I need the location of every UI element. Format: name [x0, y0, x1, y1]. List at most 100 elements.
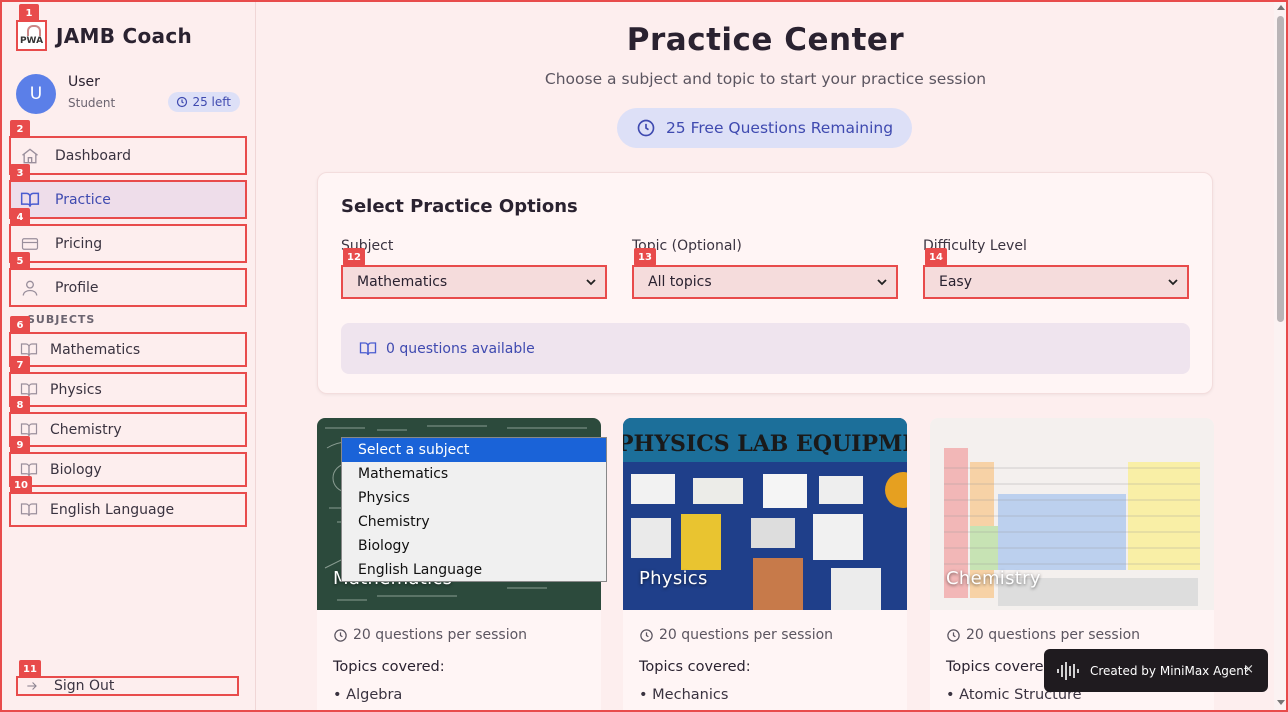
dropdown-option[interactable]: Select a subject: [342, 438, 606, 462]
brand[interactable]: PWA JAMB Coach: [16, 20, 192, 51]
dropdown-option[interactable]: Chemistry: [342, 510, 606, 534]
book-open-icon: [18, 499, 40, 521]
annotation-tag: 7: [10, 356, 30, 374]
sidebar-item-english-language[interactable]: English Language: [9, 492, 247, 527]
page-subtitle: Choose a subject and topic to start your…: [544, 70, 987, 88]
annotation-tag: 3: [10, 164, 30, 182]
difficulty-select[interactable]: Easy: [923, 265, 1189, 299]
annotation-tag: 14: [925, 248, 947, 266]
topic-select-value: All topics: [648, 274, 712, 290]
sidebar-item-label: Mathematics: [50, 341, 141, 358]
card-meta-text: 20 questions per session: [966, 627, 1141, 643]
page-scrollbar[interactable]: [1274, 0, 1288, 712]
card-title: Chemistry: [946, 568, 1041, 589]
subject-card-physics[interactable]: PHYSICS LAB EQUIPMENT Physics 20 questio…: [623, 418, 907, 712]
nav-practice-label: Practice: [55, 191, 111, 208]
subject-dropdown-list[interactable]: Select a subject Mathematics Physics Che…: [341, 437, 607, 582]
user-icon: [19, 277, 41, 299]
brand-name: JAMB Coach: [56, 23, 193, 48]
sidebar-item-mathematics[interactable]: Mathematics: [9, 332, 247, 367]
sign-out-button[interactable]: Sign Out: [16, 676, 239, 696]
sidebar-item-label: English Language: [50, 501, 175, 518]
sidebar: PWA JAMB Coach U User Student 25 left Da…: [0, 0, 256, 712]
dropdown-option[interactable]: Physics: [342, 486, 606, 510]
questions-available-banner: 0 questions available: [341, 323, 1190, 374]
user-card: U User Student 25 left: [16, 74, 240, 114]
scrollbar-thumb[interactable]: [1277, 16, 1284, 322]
avatar: U: [16, 74, 56, 114]
card-meta: 20 questions per session: [333, 627, 527, 643]
nav-practice[interactable]: Practice: [9, 180, 247, 219]
nav-dashboard-label: Dashboard: [55, 147, 131, 164]
sidebar-item-physics[interactable]: Physics: [9, 372, 247, 407]
page-title: Practice Center: [626, 22, 905, 58]
card-meta: 20 questions per session: [946, 627, 1140, 643]
annotation-tag: 8: [10, 396, 30, 414]
chevron-down-icon: [586, 279, 596, 286]
dropdown-option[interactable]: Biology: [342, 534, 606, 558]
card-image-physics: PHYSICS LAB EQUIPMENT Physics: [623, 418, 907, 610]
card-meta-text: 20 questions per session: [353, 627, 528, 643]
user-role: Student: [68, 96, 116, 110]
topic-select[interactable]: All topics: [632, 265, 898, 299]
sidebar-item-label: Biology: [50, 461, 102, 478]
clock-icon: [640, 628, 653, 642]
main-content: Practice Center Choose a subject and top…: [257, 0, 1274, 712]
card-title: Physics: [639, 568, 708, 589]
user-name: User: [68, 74, 100, 90]
annotation-tag: 2: [10, 120, 30, 138]
nav-profile[interactable]: Profile: [9, 268, 247, 307]
clock-icon: [947, 628, 960, 642]
chevron-down-icon: [877, 279, 887, 286]
sidebar-item-label: Chemistry: [50, 421, 122, 438]
free-questions-badge: 25 Free Questions Remaining: [617, 108, 912, 148]
nav-pricing-label: Pricing: [55, 235, 103, 252]
subject-select[interactable]: Mathematics: [341, 265, 607, 299]
annotation-tag: 6: [10, 316, 30, 334]
questions-left-badge: 25 left: [168, 92, 240, 112]
subjects-heading: SUBJECTS: [27, 313, 96, 326]
clock-icon: [177, 96, 188, 108]
dropdown-option[interactable]: English Language: [342, 558, 606, 582]
annotation-tag: 10: [10, 476, 32, 494]
card-meta: 20 questions per session: [639, 627, 833, 643]
annotation-tag: 1: [19, 4, 39, 22]
clock-icon: [637, 119, 655, 137]
questions-left-text: 25 left: [192, 95, 231, 109]
nav-pricing[interactable]: Pricing: [9, 224, 247, 263]
card-topic: • Algebra: [333, 687, 403, 703]
sidebar-item-biology[interactable]: Biology: [9, 452, 247, 487]
clock-icon: [334, 628, 347, 642]
scroll-up-arrow[interactable]: [1277, 5, 1285, 10]
book-open-icon: [359, 341, 377, 355]
logo-text: PWA: [19, 36, 44, 46]
waveform-icon: [1057, 661, 1079, 680]
questions-available-text: 0 questions available: [386, 340, 535, 357]
minimax-toast: Created by MiniMax Agent ×: [1044, 649, 1268, 692]
sidebar-item-label: Physics: [50, 381, 102, 398]
practice-options-panel: Select Practice Options Subject Topic (O…: [317, 172, 1213, 394]
annotation-tag: 11: [19, 660, 41, 678]
nav-dashboard[interactable]: Dashboard: [9, 136, 247, 175]
sign-out-label: Sign Out: [54, 678, 115, 694]
difficulty-select-value: Easy: [939, 274, 973, 290]
annotation-tag: 9: [10, 436, 30, 454]
sign-out-icon: [27, 682, 37, 690]
toast-text: Created by MiniMax Agent: [1090, 663, 1249, 678]
card-image-chemistry: Chemistry: [930, 418, 1214, 610]
annotation-tag: 5: [10, 252, 30, 270]
panel-title: Select Practice Options: [341, 196, 578, 217]
sidebar-item-chemistry[interactable]: Chemistry: [9, 412, 247, 447]
close-icon[interactable]: ×: [1243, 662, 1254, 677]
card-topic: • Mechanics: [639, 687, 729, 703]
scroll-down-arrow[interactable]: [1277, 700, 1285, 705]
free-questions-text: 25 Free Questions Remaining: [665, 119, 894, 137]
dropdown-option[interactable]: Mathematics: [342, 462, 606, 486]
card-banner: PHYSICS LAB EQUIPMENT: [623, 431, 907, 457]
nav-profile-label: Profile: [55, 279, 99, 296]
annotation-tag: 12: [343, 248, 365, 266]
chevron-down-icon: [1168, 279, 1178, 286]
card-topics-label: Topics covered:: [946, 659, 1058, 675]
annotation-tag: 13: [634, 248, 656, 266]
app-logo[interactable]: PWA: [16, 20, 47, 51]
